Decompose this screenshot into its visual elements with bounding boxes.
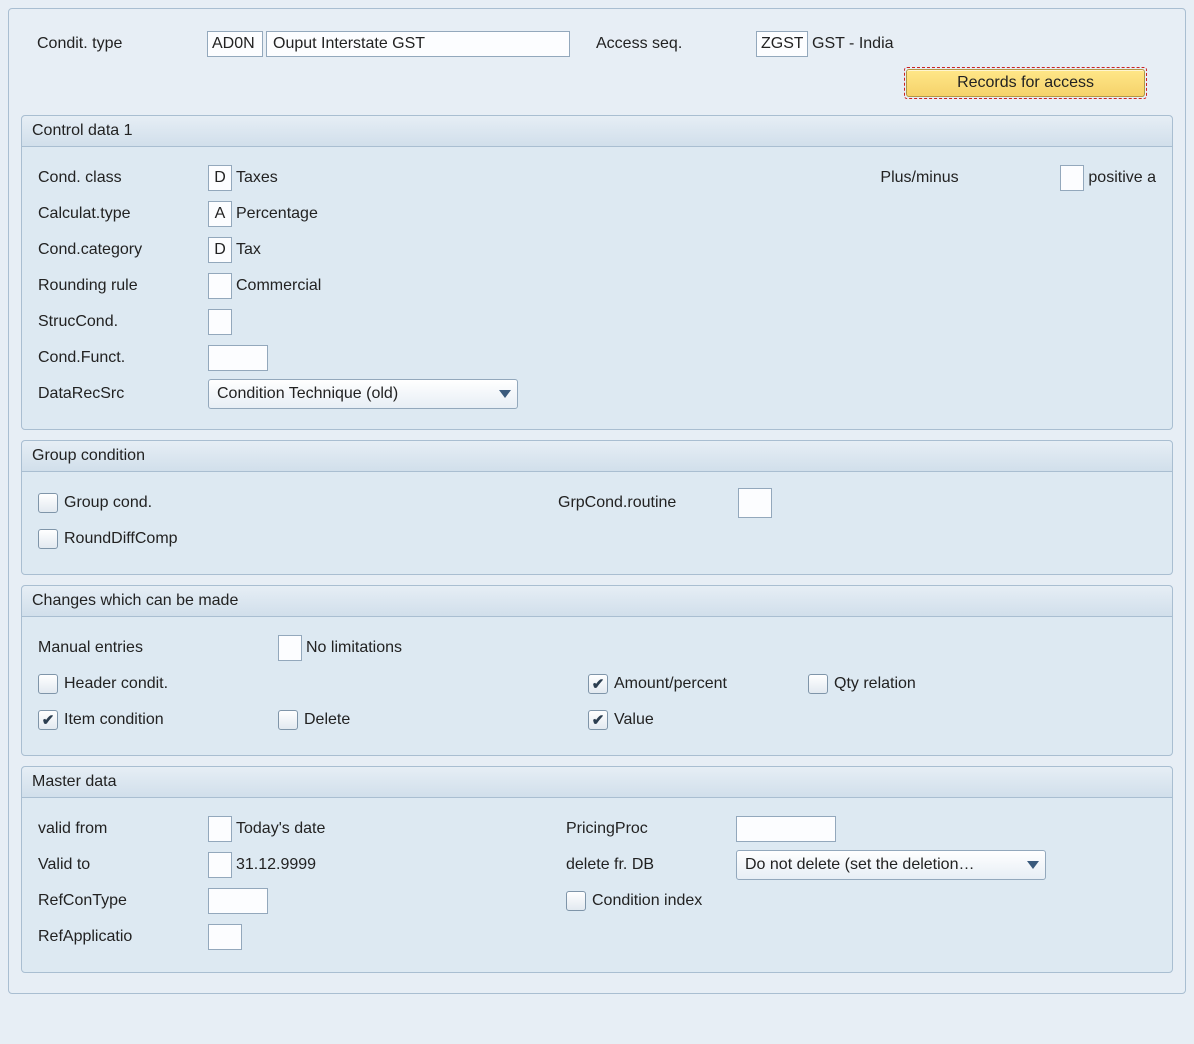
cond-class-code-input[interactable] (208, 165, 232, 191)
plus-minus-input[interactable] (1060, 165, 1084, 191)
control-data-1-title: Control data 1 (22, 116, 1172, 147)
header-condit-checkbox[interactable] (38, 674, 58, 694)
rounddiffcomp-label: RoundDiffComp (64, 530, 178, 548)
cond-funct-label: Cond.Funct. (38, 349, 208, 367)
condition-index-label: Condition index (592, 892, 702, 910)
group-condition-panel: Group condition Group cond. GrpCond.rout… (21, 440, 1173, 575)
qty-relation-label: Qty relation (834, 675, 916, 693)
rounding-rule-text: Commercial (236, 277, 321, 295)
refcontype-input[interactable] (208, 888, 268, 914)
value-checkbox[interactable]: ✔ (588, 710, 608, 730)
group-cond-checkbox[interactable] (38, 493, 58, 513)
header-condit-label: Header condit. (64, 675, 168, 693)
rounding-rule-label: Rounding rule (38, 277, 208, 295)
value-label: Value (614, 711, 654, 729)
cond-category-code-input[interactable] (208, 237, 232, 263)
chevron-down-icon (499, 390, 511, 398)
valid-to-label: Valid to (38, 856, 208, 874)
delete-label: Delete (304, 711, 350, 729)
amount-percent-checkbox[interactable]: ✔ (588, 674, 608, 694)
delete-checkbox[interactable] (278, 710, 298, 730)
qty-relation-checkbox[interactable] (808, 674, 828, 694)
calc-type-label: Calculat.type (38, 205, 208, 223)
datarecsrc-label: DataRecSrc (38, 385, 208, 403)
records-for-access-button[interactable]: Records for access (906, 69, 1145, 97)
valid-to-input[interactable] (208, 852, 232, 878)
refapplicatio-label: RefApplicatio (38, 928, 208, 946)
calc-type-code-input[interactable] (208, 201, 232, 227)
control-data-1-panel: Control data 1 Cond. class Taxes Plus/mi… (21, 115, 1173, 430)
item-condition-checkbox[interactable]: ✔ (38, 710, 58, 730)
struccond-label: StrucCond. (38, 313, 208, 331)
group-condition-title: Group condition (22, 441, 1172, 472)
check-icon: ✔ (42, 713, 55, 728)
access-seq-code-input[interactable] (756, 31, 808, 57)
chevron-down-icon (1027, 861, 1039, 869)
delete-fr-db-select-text: Do not delete (set the deletion… (745, 856, 1017, 874)
calc-type-text: Percentage (236, 205, 318, 223)
grpcond-routine-input[interactable] (738, 488, 772, 518)
condit-type-desc-input[interactable] (266, 31, 570, 57)
master-data-panel: Master data valid from Today's date Pric… (21, 766, 1173, 973)
header-row2: Records for access (17, 67, 1177, 105)
grpcond-routine-label: GrpCond.routine (558, 494, 738, 512)
rounddiffcomp-checkbox[interactable] (38, 529, 58, 549)
records-button-highlight: Records for access (904, 67, 1147, 99)
changes-panel: Changes which can be made Manual entries… (21, 585, 1173, 756)
refcontype-label: RefConType (38, 892, 208, 910)
delete-fr-db-label: delete fr. DB (566, 856, 736, 874)
access-seq-label: Access seq. (596, 35, 756, 53)
struccond-input[interactable] (208, 309, 232, 335)
manual-entries-text: No limitations (306, 639, 402, 657)
condit-type-label: Condit. type (37, 35, 207, 53)
condition-index-checkbox[interactable] (566, 891, 586, 911)
pricingproc-input[interactable] (736, 816, 836, 842)
item-condition-label: Item condition (64, 711, 164, 729)
sap-condition-type-screen: Condit. type Access seq. GST - India Rec… (8, 8, 1186, 994)
plus-minus-label: Plus/minus (880, 169, 1060, 187)
master-data-title: Master data (22, 767, 1172, 798)
changes-title: Changes which can be made (22, 586, 1172, 617)
cond-class-text: Taxes (236, 169, 278, 187)
refapplicatio-input[interactable] (208, 924, 242, 950)
amount-percent-label: Amount/percent (614, 675, 727, 693)
cond-funct-input[interactable] (208, 345, 268, 371)
manual-entries-label: Manual entries (38, 639, 278, 657)
cond-class-label: Cond. class (38, 169, 208, 187)
access-seq-desc: GST - India (812, 35, 894, 53)
valid-from-text: Today's date (236, 820, 566, 838)
rounding-rule-input[interactable] (208, 273, 232, 299)
datarecsrc-select-text: Condition Technique (old) (217, 385, 489, 403)
datarecsrc-select[interactable]: Condition Technique (old) (208, 379, 518, 409)
valid-from-input[interactable] (208, 816, 232, 842)
header-row: Condit. type Access seq. GST - India (17, 13, 1177, 67)
manual-entries-input[interactable] (278, 635, 302, 661)
check-icon: ✔ (592, 713, 605, 728)
valid-to-text: 31.12.9999 (236, 856, 566, 874)
cond-category-text: Tax (236, 241, 261, 259)
valid-from-label: valid from (38, 820, 208, 838)
check-icon: ✔ (592, 677, 605, 692)
group-cond-label: Group cond. (64, 494, 152, 512)
cond-category-label: Cond.category (38, 241, 208, 259)
condit-type-code-input[interactable] (207, 31, 263, 57)
pricingproc-label: PricingProc (566, 820, 736, 838)
delete-fr-db-select[interactable]: Do not delete (set the deletion… (736, 850, 1046, 880)
plus-minus-text: positive a (1088, 169, 1156, 187)
